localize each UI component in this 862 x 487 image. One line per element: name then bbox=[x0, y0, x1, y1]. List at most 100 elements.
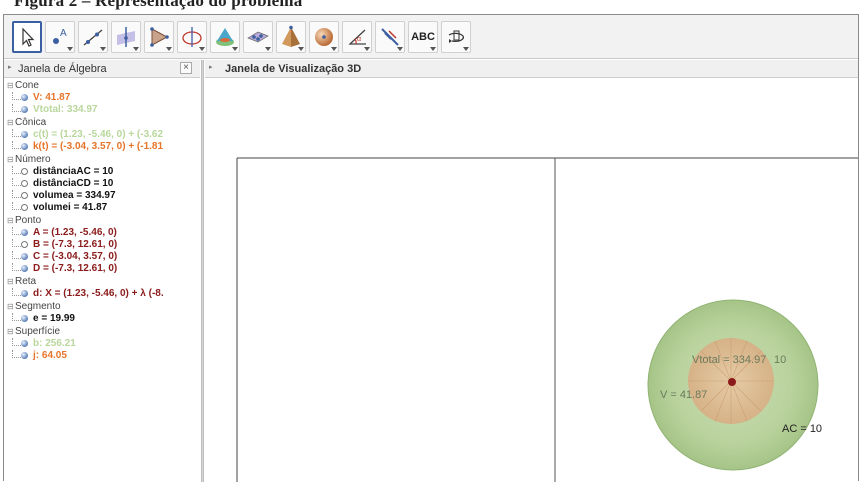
perpendicular-tool-button[interactable] bbox=[111, 21, 141, 53]
tree-line bbox=[12, 251, 21, 259]
visibility-toggle[interactable] bbox=[21, 168, 28, 175]
tool-menu-triangle bbox=[298, 47, 304, 51]
text-tool-button[interactable]: ABC bbox=[408, 21, 438, 53]
tree-line bbox=[12, 288, 21, 296]
tool-menu-triangle bbox=[430, 47, 436, 51]
category-superficie[interactable]: ⊟Superfície bbox=[4, 326, 60, 338]
collapse-icon[interactable]: ⊟ bbox=[7, 301, 15, 313]
sphere-tool-button[interactable] bbox=[309, 21, 339, 53]
visibility-toggle[interactable] bbox=[21, 241, 28, 248]
svg-text:α: α bbox=[357, 36, 361, 43]
toolbar: A α ABC bbox=[4, 15, 858, 59]
tree-line bbox=[12, 338, 21, 346]
point-icon: A bbox=[53, 28, 67, 44]
tool-menu-triangle bbox=[67, 47, 73, 51]
geogebra-window: A α ABC ▸ Janela de Álgebra × ▸ Janela d… bbox=[3, 14, 859, 482]
visibility-toggle[interactable] bbox=[21, 315, 28, 322]
line-tool-button[interactable] bbox=[78, 21, 108, 53]
sphere-icon bbox=[315, 28, 333, 46]
panel-splitter[interactable] bbox=[201, 60, 204, 482]
intersect-surfaces-tool-button[interactable] bbox=[210, 21, 240, 53]
figure-caption: Figura 2 – Representação do problema bbox=[14, 0, 303, 10]
tree-line bbox=[12, 239, 21, 247]
scene-3d[interactable]: Vtotal = 334.97 10 V = 41.87 AC = 10 bbox=[205, 78, 858, 482]
tool-menu-triangle bbox=[199, 47, 205, 51]
tree-line bbox=[12, 313, 21, 321]
angle-icon: α bbox=[348, 29, 366, 45]
plane-tool-button[interactable] bbox=[243, 21, 273, 53]
ac-label: AC = 10 bbox=[782, 423, 822, 435]
svg-text:A: A bbox=[60, 28, 67, 39]
visibility-toggle[interactable] bbox=[21, 180, 28, 187]
tree-line bbox=[12, 92, 21, 100]
category-numero[interactable]: ⊟Número bbox=[4, 154, 51, 166]
visibility-toggle[interactable] bbox=[21, 229, 28, 236]
view3d-canvas[interactable]: Vtotal = 334.97 10 V = 41.87 AC = 10 bbox=[205, 78, 858, 482]
algebra-panel-title: Janela de Álgebra bbox=[18, 63, 107, 75]
tool-menu-triangle bbox=[232, 47, 238, 51]
tree-line bbox=[12, 263, 21, 271]
reflect-icon bbox=[381, 28, 399, 46]
collapse-icon[interactable]: ⊟ bbox=[7, 215, 15, 227]
apex-point[interactable] bbox=[728, 378, 736, 386]
perpendicular-line-icon bbox=[117, 27, 135, 47]
tree-line bbox=[12, 202, 21, 210]
angle-tool-button[interactable]: α bbox=[342, 21, 372, 53]
visibility-toggle[interactable] bbox=[21, 265, 28, 272]
text-icon: ABC bbox=[411, 31, 435, 43]
move-tool-button[interactable] bbox=[12, 21, 42, 53]
reflect-tool-button[interactable] bbox=[375, 21, 405, 53]
collapse-icon[interactable]: ⊟ bbox=[7, 276, 15, 288]
v-label: V = 41.87 bbox=[660, 389, 707, 401]
algebra-panel-header: ▸ Janela de Álgebra × bbox=[4, 60, 200, 78]
tree-line bbox=[12, 178, 21, 186]
circle-axis-tool-button[interactable] bbox=[177, 21, 207, 53]
polygon-tool-button[interactable] bbox=[144, 21, 174, 53]
visibility-toggle[interactable] bbox=[21, 192, 28, 199]
collapse-icon[interactable]: ⊟ bbox=[7, 80, 15, 92]
visibility-toggle[interactable] bbox=[21, 340, 28, 347]
category-cone[interactable]: ⊟Cone bbox=[4, 80, 39, 92]
category-segmento[interactable]: ⊟Segmento bbox=[4, 301, 61, 313]
tree-line bbox=[12, 166, 21, 174]
point-tool-button[interactable]: A bbox=[45, 21, 75, 53]
intersect-surfaces-icon bbox=[216, 28, 234, 46]
tool-menu-triangle bbox=[265, 47, 271, 51]
tree-line bbox=[12, 141, 21, 149]
category-conica[interactable]: ⊟Cônica bbox=[4, 117, 46, 129]
tree-line bbox=[12, 227, 21, 235]
tree-line bbox=[12, 350, 21, 358]
algebra-view: ⊟Cone V: 41.87 Vtotal: 334.97 ⊟Cônica c(… bbox=[4, 78, 200, 482]
tool-menu-triangle bbox=[100, 47, 106, 51]
panel-expand-icon[interactable]: ▸ bbox=[209, 63, 213, 71]
rotate-view-icon bbox=[448, 30, 465, 43]
tool-menu-triangle bbox=[331, 47, 337, 51]
collapse-icon[interactable]: ⊟ bbox=[7, 326, 15, 338]
tree-line bbox=[12, 104, 21, 112]
move-arrow-icon bbox=[22, 27, 35, 47]
visibility-toggle[interactable] bbox=[21, 143, 28, 150]
visibility-toggle[interactable] bbox=[21, 352, 28, 359]
tool-menu-triangle bbox=[133, 47, 139, 51]
collapse-icon[interactable]: ⊟ bbox=[7, 117, 15, 129]
visibility-toggle[interactable] bbox=[21, 290, 28, 297]
close-icon[interactable]: × bbox=[180, 62, 192, 74]
visibility-toggle[interactable] bbox=[21, 253, 28, 260]
visibility-toggle[interactable] bbox=[21, 106, 28, 113]
tool-menu-triangle bbox=[166, 47, 172, 51]
tree-line bbox=[12, 129, 21, 137]
collapse-icon[interactable]: ⊟ bbox=[7, 154, 15, 166]
view3d-panel-title: Janela de Visualização 3D bbox=[225, 63, 362, 75]
panel-expand-icon[interactable]: ▸ bbox=[8, 63, 12, 71]
visibility-toggle[interactable] bbox=[21, 204, 28, 211]
tool-menu-triangle bbox=[364, 47, 370, 51]
category-reta[interactable]: ⊟Reta bbox=[4, 276, 36, 288]
category-ponto[interactable]: ⊟Ponto bbox=[4, 215, 41, 227]
view3d-panel-header: ▸ Janela de Visualização 3D bbox=[205, 60, 858, 78]
visibility-toggle[interactable] bbox=[21, 131, 28, 138]
visibility-toggle[interactable] bbox=[21, 94, 28, 101]
rotate-view-tool-button[interactable] bbox=[441, 21, 471, 53]
pyramid-tool-button[interactable] bbox=[276, 21, 306, 53]
circle-axis-icon bbox=[182, 27, 202, 47]
pyramid-icon bbox=[282, 25, 300, 47]
